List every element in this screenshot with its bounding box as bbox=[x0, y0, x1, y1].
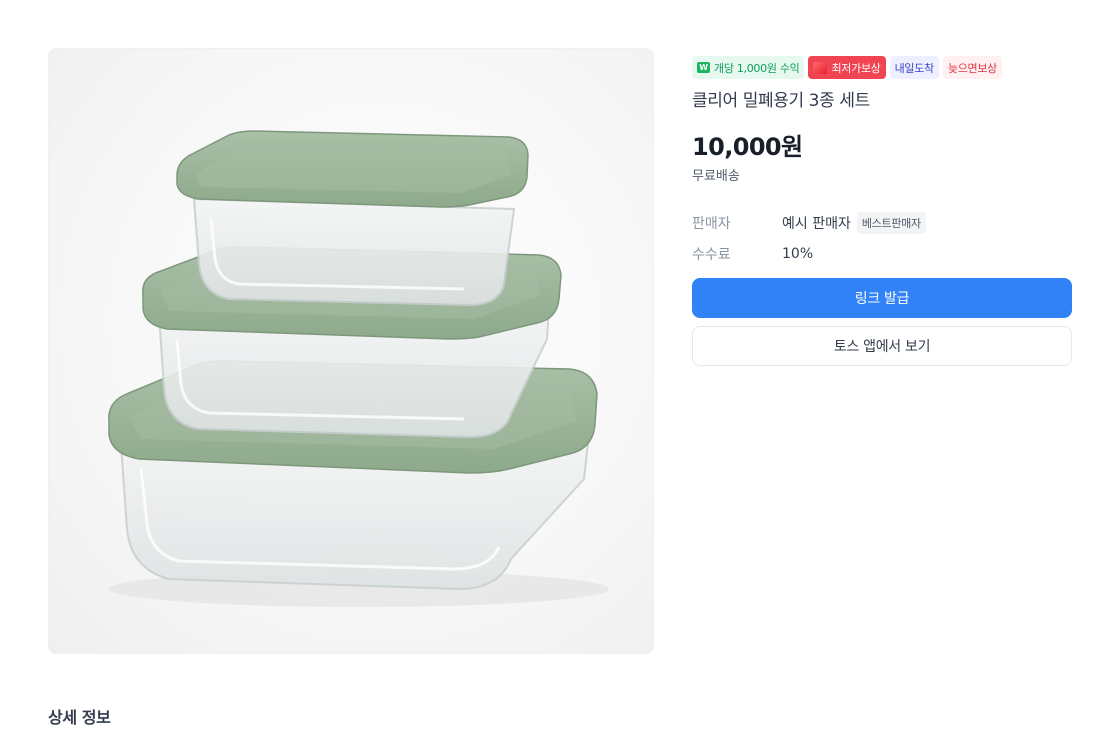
product-info: W 개당 1,000원 수익 최저가보상 내일도착 늦으면보상 클리어 밀폐용기… bbox=[692, 56, 1072, 273]
view-in-app-button[interactable]: 토스 앱에서 보기 bbox=[692, 326, 1072, 366]
profit-badge-label: 개당 1,000원 수익 bbox=[714, 61, 800, 75]
product-price: 10,000원 bbox=[692, 133, 803, 161]
product-meta: 판매자 예시 판매자 베스트판매자 수수료 10% bbox=[692, 211, 1072, 266]
seller-row: 판매자 예시 판매자 베스트판매자 bbox=[692, 211, 1072, 235]
seller-name: 예시 판매자 bbox=[782, 216, 851, 232]
shipping-info: 무료배송 bbox=[692, 169, 740, 184]
lowest-price-badge-label: 최저가보상 bbox=[831, 61, 881, 75]
late-compensation-badge: 늦으면보상 bbox=[942, 56, 1002, 79]
flag-icon bbox=[813, 61, 828, 74]
commission-value: 10% bbox=[782, 246, 814, 262]
issue-link-button[interactable]: 링크 발급 bbox=[692, 278, 1072, 318]
seller-label: 판매자 bbox=[692, 216, 731, 232]
profit-badge: W 개당 1,000원 수익 bbox=[692, 56, 805, 79]
commission-label: 수수료 bbox=[692, 247, 731, 263]
product-title: 클리어 밀폐용기 3종 세트 bbox=[692, 91, 870, 111]
product-image-card bbox=[48, 48, 654, 654]
lowest-price-badge: 최저가보상 bbox=[808, 56, 886, 79]
best-seller-badge: 베스트판매자 bbox=[856, 212, 926, 234]
detail-section-title: 상세 정보 bbox=[48, 708, 111, 727]
tomorrow-delivery-badge: 내일도착 bbox=[889, 56, 939, 79]
badge-row: W 개당 1,000원 수익 최저가보상 내일도착 늦으면보상 bbox=[692, 56, 1072, 79]
commission-row: 수수료 10% bbox=[692, 242, 1072, 266]
product-image bbox=[108, 130, 609, 607]
won-icon: W bbox=[697, 62, 710, 73]
